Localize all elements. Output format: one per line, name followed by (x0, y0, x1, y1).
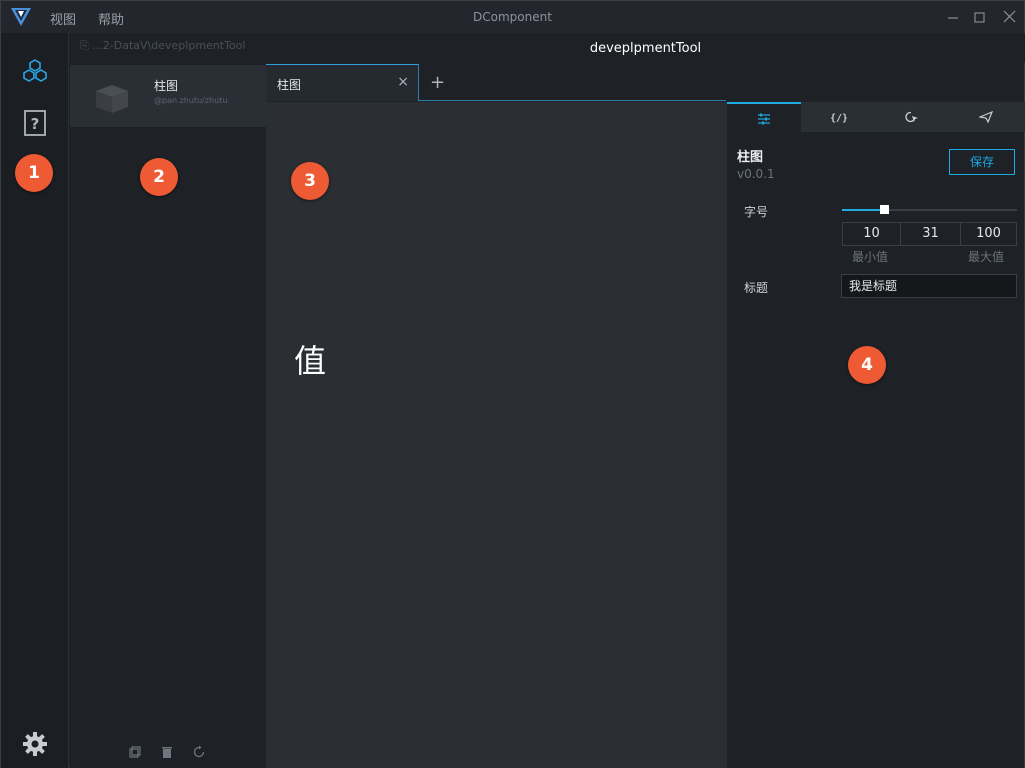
folder-icon: ⎘ (80, 39, 89, 52)
font-size-label: 字号 (744, 205, 769, 219)
annotation-badge-3: 3 (291, 162, 329, 200)
preview-canvas[interactable]: 值 (266, 102, 726, 768)
title-bar: 视图 帮助 DComponent (1, 1, 1024, 33)
tab-code[interactable]: {/} (801, 102, 875, 132)
annotation-badge-1: 1 (15, 154, 53, 192)
send-icon (979, 111, 993, 123)
title-label: 标题 (744, 281, 769, 295)
font-size-value-input[interactable]: 31 (901, 223, 960, 245)
title-input[interactable]: 我是标题 (841, 274, 1017, 298)
properties-component-name: 柱图 (737, 150, 764, 165)
app-window: 视图 帮助 DComponent ? ⎘ ...2-DataV\deveplpm… (0, 0, 1025, 768)
editor-tabbar: 柱图 × + (266, 64, 726, 101)
annotation-badge-2: 2 (140, 158, 178, 196)
close-icon[interactable] (999, 7, 1019, 27)
properties-version: v0.0.1 (737, 167, 775, 181)
component-thumbnail-icon (96, 85, 128, 113)
components-icon[interactable] (21, 57, 49, 85)
svg-text:?: ? (31, 115, 40, 133)
panel-toolbar (128, 745, 218, 761)
component-name: 柱图 (154, 79, 179, 93)
component-panel: ⎘ ...2-DataV\deveplpmentTool 柱图 @pan.zhu… (70, 33, 266, 768)
project-path-text: ...2-DataV\deveplpmentTool (92, 39, 246, 52)
slider-fill (842, 209, 884, 211)
sliders-icon (758, 113, 770, 125)
add-tab-button[interactable]: + (430, 72, 445, 93)
settings-icon[interactable] (21, 730, 49, 758)
slider-thumb[interactable] (880, 205, 889, 214)
interaction-icon (905, 111, 918, 123)
code-icon: {/} (831, 113, 847, 123)
component-list-item[interactable]: 柱图 @pan.zhutu/zhutu (70, 65, 266, 127)
component-package: @pan.zhutu/zhutu (154, 96, 228, 105)
window-title: DComponent (473, 10, 552, 24)
tab-publish[interactable] (949, 102, 1023, 132)
annotation-badge-4: 4 (848, 346, 886, 384)
tab-label: 柱图 (277, 78, 302, 92)
font-size-min-input[interactable]: 10 (843, 223, 900, 245)
project-title: deveplpmentTool (589, 41, 702, 56)
properties-panel: {/} 柱图 v0.0.1 保存 字号 10 (726, 102, 1025, 768)
project-path[interactable]: ⎘ ...2-DataV\deveplpmentTool (70, 33, 266, 61)
canvas-value-text: 值 (294, 342, 327, 380)
save-button[interactable]: 保存 (949, 149, 1015, 175)
refresh-icon[interactable] (192, 745, 206, 759)
font-size-slider[interactable] (842, 205, 1017, 214)
tab-config[interactable] (727, 102, 801, 132)
project-header: deveplpmentTool (266, 33, 1025, 63)
min-caption: 最小值 (852, 250, 889, 264)
font-size-max-input[interactable]: 100 (961, 223, 1016, 245)
properties-tabbar: {/} (727, 102, 1025, 132)
copy-icon[interactable] (128, 745, 142, 759)
minimize-icon[interactable] (943, 7, 963, 27)
font-size-values: 10 31 100 (842, 222, 1017, 246)
maximize-icon[interactable] (969, 7, 989, 27)
close-tab-icon[interactable]: × (397, 74, 409, 90)
help-icon[interactable]: ? (21, 109, 49, 137)
svg-text:{/}: {/} (831, 113, 847, 123)
trash-icon[interactable] (160, 745, 174, 759)
tab-zhutu[interactable]: 柱图 × (266, 64, 419, 101)
max-caption: 最大值 (968, 250, 1005, 264)
activity-bar: ? (1, 33, 69, 768)
tab-interaction[interactable] (875, 102, 949, 132)
